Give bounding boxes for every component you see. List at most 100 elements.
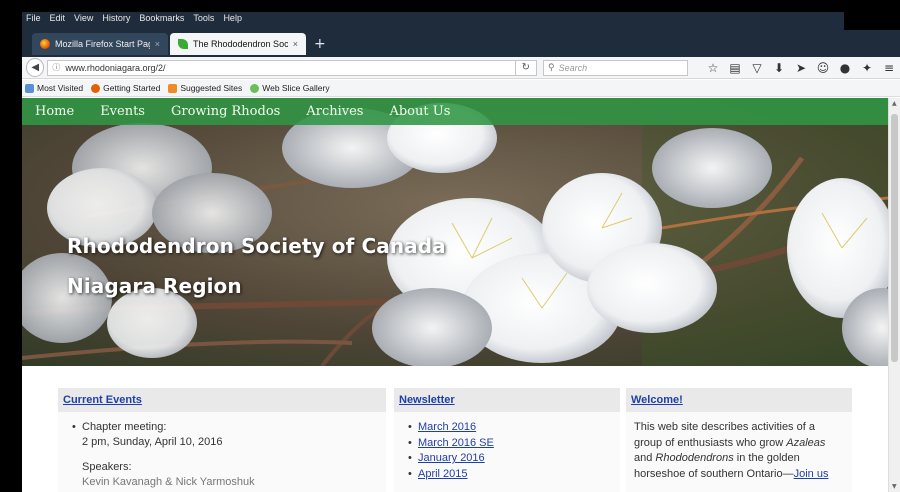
tab-strip: Mozilla Firefox Start Page × The Rhodode… (32, 29, 326, 55)
hero-banner: Home Events Growing Rhodos Archives Abou… (22, 98, 888, 366)
welcome-text: in the golden (733, 452, 800, 464)
bookmark-label: Most Visited (37, 83, 84, 93)
scroll-up-icon[interactable]: ▲ (892, 100, 897, 107)
nav-home[interactable]: Home (35, 104, 74, 119)
hello-icon[interactable]: ☺ (812, 59, 834, 77)
menu-view[interactable]: View (74, 13, 93, 27)
search-input[interactable]: ⚲ Search (543, 59, 688, 76)
newsletter-panel: Newsletter March 2016 March 2016 SE Janu… (394, 388, 620, 492)
url-bar[interactable]: ⓘ www.rhodoniagara.org/2/ (47, 59, 516, 76)
welcome-text: and (634, 452, 656, 464)
panel-body: Chapter meeting: 2 pm, Sunday, April 10,… (58, 412, 386, 492)
nav-growing-rhodos[interactable]: Growing Rhodos (171, 104, 280, 119)
welcome-line: This web site describes activities of a (634, 421, 815, 433)
bookmark-label: Getting Started (103, 83, 161, 93)
speakers-label: Speakers: (82, 461, 132, 473)
welcome-line: horseshoe of southern Ontario—Join us (634, 467, 844, 483)
content-columns: Current Events Chapter meeting: 2 pm, Su… (58, 388, 858, 492)
welcome-link[interactable]: Welcome! (631, 394, 683, 406)
panel-body: This web site describes activities of a … (626, 412, 852, 492)
scroll-thumb[interactable] (891, 114, 898, 362)
page-viewport: Home Events Growing Rhodos Archives Abou… (22, 98, 888, 492)
titlebar-corner (844, 12, 900, 30)
welcome-panel: Welcome! This web site describes activit… (626, 388, 852, 492)
suggested-icon (168, 83, 178, 93)
list-item: January 2016 (408, 451, 612, 467)
bookmark-label: Web Slice Gallery (262, 83, 330, 93)
current-events-panel: Current Events Chapter meeting: 2 pm, Su… (58, 388, 386, 492)
list-item: March 2016 (408, 420, 612, 436)
search-placeholder: Search (558, 62, 588, 73)
newsletter-link[interactable]: Newsletter (399, 394, 455, 406)
addon-icon[interactable]: ✦ (856, 59, 878, 77)
welcome-emphasis: Azaleas (786, 436, 826, 449)
send-icon[interactable]: ➤ (790, 59, 812, 77)
download-icon[interactable]: ⬇ (768, 59, 790, 77)
hamburger-menu-icon[interactable]: ≡ (878, 59, 900, 77)
join-us-link[interactable]: Join us (794, 468, 829, 480)
newsletter-january-2016[interactable]: January 2016 (418, 452, 485, 464)
menu-bar: File Edit View History Bookmarks Tools H… (26, 13, 242, 27)
tab-bar: File Edit View History Bookmarks Tools H… (22, 12, 900, 57)
url-text: www.rhodoniagara.org/2/ (65, 62, 166, 73)
menu-bookmarks[interactable]: Bookmarks (139, 13, 184, 27)
newsletter-april-2015[interactable]: April 2015 (418, 468, 468, 480)
welcome-line: and Rhododendrons in the golden (634, 451, 844, 467)
menu-help[interactable]: Help (223, 13, 242, 27)
bookmark-star-icon[interactable]: ☆ (702, 59, 724, 77)
panel-body: March 2016 March 2016 SE January 2016 Ap… (394, 412, 620, 492)
menu-tools[interactable]: Tools (193, 13, 214, 27)
pocket-icon[interactable]: ▽ (746, 59, 768, 77)
newsletter-march-2016[interactable]: March 2016 (418, 421, 476, 433)
web-slice-icon (250, 83, 260, 93)
welcome-line: group of enthusiasts who grow Azaleas (634, 436, 844, 452)
site-info-icon[interactable]: ⓘ (52, 62, 60, 73)
event-item: Chapter meeting: (72, 420, 378, 435)
nav-about-us[interactable]: About Us (389, 104, 450, 119)
bookmark-web-slice[interactable]: Web Slice Gallery (250, 83, 330, 93)
toolbar-icons: ☆ ▤ ▽ ⬇ ➤ ☺ ● ✦ ≡ (702, 59, 900, 77)
site-navigation: Home Events Growing Rhodos Archives Abou… (22, 98, 888, 125)
welcome-text: horseshoe of southern Ontario— (634, 467, 794, 480)
nav-events[interactable]: Events (100, 104, 145, 119)
events-list: Chapter meeting: (72, 420, 378, 435)
menu-edit[interactable]: Edit (50, 13, 66, 27)
vertical-scrollbar[interactable]: ▲ ▼ (888, 98, 900, 492)
site-title: Rhododendron Society of Canada (67, 234, 446, 258)
back-arrow-icon[interactable]: ◀ (26, 58, 45, 77)
bookmark-label: Suggested Sites (180, 83, 243, 93)
rhododendron-photo (22, 98, 888, 366)
bookmark-suggested-sites[interactable]: Suggested Sites (168, 83, 242, 93)
list-item: April 2015 (408, 467, 612, 483)
reading-list-icon[interactable]: ▤ (724, 59, 746, 77)
navigation-toolbar: ◀ ⓘ www.rhodoniagara.org/2/ ↻ ⚲ Search ☆… (22, 57, 900, 79)
screen-frame: File Edit View History Bookmarks Tools H… (0, 0, 900, 492)
leaf-icon (178, 39, 188, 49)
folder-icon (25, 83, 34, 93)
bookmark-getting-started[interactable]: Getting Started (91, 83, 160, 93)
menu-file[interactable]: File (26, 13, 41, 27)
close-tab-icon[interactable]: × (155, 39, 160, 49)
list-item: March 2016 SE (408, 436, 612, 452)
menu-history[interactable]: History (102, 13, 130, 27)
reload-icon[interactable]: ↻ (515, 59, 537, 76)
tab-label: The Rhododendron Societ... (193, 39, 288, 49)
tab-firefox-start[interactable]: Mozilla Firefox Start Page × (32, 33, 168, 55)
bookmark-most-visited[interactable]: Most Visited (25, 83, 83, 93)
bookmarks-toolbar: Most Visited Getting Started Suggested S… (22, 80, 900, 97)
newsletter-march-2016-se[interactable]: March 2016 SE (418, 437, 494, 449)
site-subtitle: Niagara Region (67, 274, 242, 298)
speakers-names: Kevin Kavanagh & Nick Yarmoshuk (82, 476, 255, 488)
panel-header: Current Events (58, 388, 386, 412)
nav-archives[interactable]: Archives (306, 104, 363, 119)
newsletter-list: March 2016 March 2016 SE January 2016 Ap… (408, 420, 612, 482)
scroll-down-icon[interactable]: ▼ (892, 483, 897, 490)
chat-icon[interactable]: ● (834, 59, 856, 77)
close-tab-icon[interactable]: × (293, 39, 298, 49)
event-time: 2 pm, Sunday, April 10, 2016 (82, 436, 223, 448)
new-tab-icon[interactable]: + (314, 33, 326, 55)
tab-rhododendron[interactable]: The Rhododendron Societ... × (170, 33, 306, 55)
current-events-link[interactable]: Current Events (63, 394, 142, 406)
browser-window: File Edit View History Bookmarks Tools H… (22, 12, 900, 492)
panel-header: Welcome! (626, 388, 852, 412)
